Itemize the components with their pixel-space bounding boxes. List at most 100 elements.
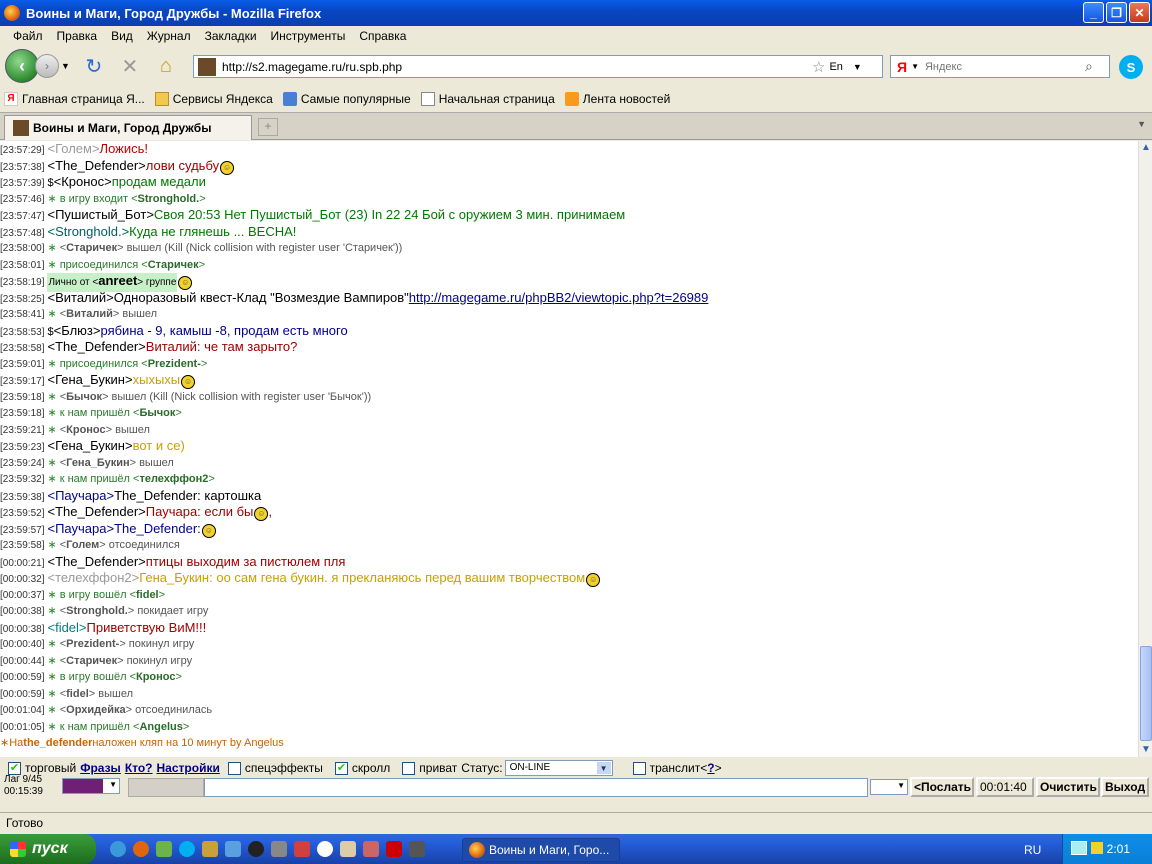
chat-nick: <Гена_Букин> [47, 372, 133, 387]
bookmark-yandex-services[interactable]: Сервисы Яндекса [154, 92, 273, 106]
bookmark-news-feed[interactable]: Лента новостей [564, 92, 670, 106]
system-text: > [175, 407, 182, 419]
chat-line: [00:01:05] ∗ к нам пришёл < Angelus > [0, 719, 1138, 736]
chat-message: Виталий: че там зарыто? [145, 339, 298, 354]
translit-help-link[interactable]: ? [707, 761, 714, 775]
recipient-field[interactable] [128, 778, 204, 797]
status-select[interactable]: ON-LINE ▼ [504, 760, 613, 776]
language-indicator[interactable]: RU [1024, 843, 1041, 857]
eye-icon[interactable] [248, 841, 264, 857]
clear-button[interactable]: Очистить [1036, 777, 1100, 797]
tool-icon[interactable] [202, 841, 218, 857]
search-input[interactable] [924, 60, 1085, 73]
minimize-button[interactable]: _ [1083, 2, 1104, 23]
skull-icon[interactable] [317, 841, 333, 857]
menu-view[interactable]: Вид [104, 29, 140, 43]
desktop-icon[interactable] [156, 841, 172, 857]
lang-indicator[interactable]: En [829, 61, 842, 73]
timer-display: 00:01:40 [976, 777, 1034, 797]
system-star-icon: ∗ [47, 654, 57, 667]
menu-tools[interactable]: Инструменты [264, 29, 353, 43]
maximize-button[interactable]: ❐ [1106, 2, 1127, 23]
ie-icon[interactable] [110, 841, 126, 857]
settings-link[interactable]: Настройки [157, 761, 220, 775]
exit-button[interactable]: Выход [1101, 777, 1149, 797]
stop-icon[interactable]: ✕ [118, 54, 142, 78]
timestamp: [23:59:21] [0, 424, 45, 436]
home-icon[interactable]: ⌂ [154, 54, 178, 78]
skype-icon[interactable] [179, 841, 195, 857]
menu-edit[interactable]: Правка [50, 29, 105, 43]
scroll-down-icon[interactable]: ▼ [1139, 743, 1152, 757]
phrases-link[interactable]: Фразы [80, 761, 121, 775]
translit-checkbox[interactable] [632, 761, 646, 775]
send-button[interactable]: <Послать [910, 777, 974, 797]
tray-icon[interactable] [1091, 842, 1103, 854]
bookmark-yandex-main[interactable]: Я Главная страница Я... [4, 92, 145, 106]
reload-icon[interactable]: ↻ [82, 54, 106, 78]
app-icon[interactable] [225, 841, 241, 857]
system-text: > отсоединился [99, 539, 180, 551]
tools-icon[interactable] [363, 841, 379, 857]
figure-icon[interactable] [340, 841, 356, 857]
cross-icon[interactable] [386, 841, 402, 857]
keyboard-icon[interactable] [271, 841, 287, 857]
search-icon[interactable]: ⌕ [1085, 58, 1093, 75]
search-engine-dropdown-icon[interactable]: ▼ [911, 62, 919, 71]
bookmark-popular[interactable]: Самые популярные [282, 92, 411, 106]
chat-log[interactable]: [23:57:29] <Голем> Ложись! [23:57:38] <The_… [0, 141, 1138, 757]
history-dropdown-icon[interactable]: ▼ [61, 61, 70, 71]
effects-checkbox[interactable] [227, 761, 241, 775]
start-button[interactable]: пуск [0, 834, 96, 864]
chat-scrollbar[interactable]: ▲ ▼ [1138, 141, 1152, 757]
smiley-select[interactable]: ▼ [870, 779, 908, 795]
scroll-thumb[interactable] [1140, 646, 1152, 741]
chat-line: [23:59:21] ∗ < Кронос > вышел [0, 422, 1138, 439]
trade-checkbox[interactable]: ✔ [8, 761, 21, 775]
tab-title: Воины и Маги, Город Дружбы [33, 121, 212, 135]
who-link[interactable]: Кто? [125, 761, 153, 775]
yandex-icon[interactable]: Я [897, 59, 907, 75]
bookmark-label: Сервисы Яндекса [172, 92, 273, 106]
system-nick: Старичек [66, 654, 118, 667]
chevron-down-icon: ▼ [897, 781, 905, 790]
firefox-icon[interactable] [133, 841, 149, 857]
smiley-icon: ☺ [178, 276, 193, 290]
url-input[interactable] [222, 59, 812, 74]
url-dropdown-icon[interactable]: ▼ [853, 62, 862, 72]
url-bar[interactable]: ☆ En ▼ [193, 55, 883, 78]
scroll-up-icon[interactable]: ▲ [1139, 141, 1152, 155]
menu-history[interactable]: Журнал [140, 29, 198, 43]
menu-help[interactable]: Справка [352, 29, 413, 43]
forward-button[interactable]: › [35, 54, 59, 78]
chat-nick: <The_Defender> [47, 553, 146, 569]
system-star-icon: ∗ [47, 473, 57, 485]
system-nick: Angelus [139, 720, 183, 733]
taskbar-firefox-window[interactable]: Воины и Маги, Горо... [462, 838, 620, 862]
tab-list-dropdown-icon[interactable]: ▼ [1137, 119, 1146, 129]
bookmark-start-page[interactable]: Начальная страница [420, 92, 555, 106]
color-select[interactable]: ▼ [62, 778, 120, 794]
bookmark-star-icon[interactable]: ☆ [812, 58, 825, 76]
close-button[interactable]: ✕ [1129, 2, 1150, 23]
chat-line: [23:57:39] $ <Кронос> продам медали [0, 174, 1138, 191]
menu-bookmarks[interactable]: Закладки [198, 29, 264, 43]
chat-notice: ∗ На the_defender наложен кляп на 10 мин… [0, 735, 1138, 752]
pdf-icon[interactable] [294, 841, 310, 857]
yandex-icon: Я [4, 92, 18, 106]
back-button[interactable]: ‹ [5, 49, 39, 83]
system-text: присоединился < [59, 357, 148, 370]
skype-icon[interactable]: S [1119, 55, 1143, 79]
search-bar[interactable]: Я ▼ ⌕ [890, 55, 1110, 78]
timestamp: [00:00:21] [0, 557, 45, 569]
system-star-icon: ∗ [47, 192, 57, 205]
network-icon[interactable] [1071, 841, 1087, 855]
scroll-checkbox[interactable]: ✔ [334, 761, 348, 775]
message-input[interactable] [204, 778, 868, 797]
new-tab-button[interactable]: + [258, 118, 278, 136]
menu-file[interactable]: Файл [6, 29, 50, 43]
grid-icon[interactable] [409, 841, 425, 857]
chat-link[interactable]: http://magegame.ru/phpBB2/viewtopic.php?… [409, 290, 709, 307]
tab-active[interactable]: Воины и Маги, Город Дружбы [4, 115, 252, 140]
private-checkbox[interactable] [402, 761, 416, 775]
